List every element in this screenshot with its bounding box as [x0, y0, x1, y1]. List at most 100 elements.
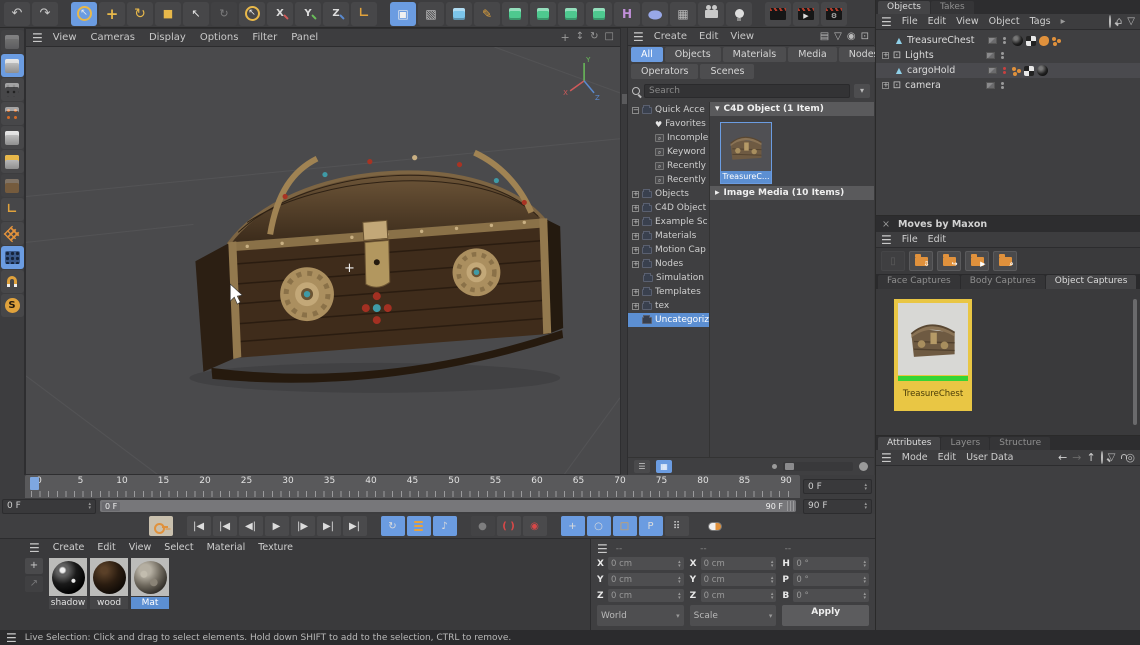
object-row-camera[interactable]: +⊡camera	[876, 78, 1140, 93]
timeline-clap-button[interactable]	[765, 2, 791, 26]
search-dropdown-button[interactable]: ▾	[854, 84, 870, 98]
tree-item-incomple[interactable]: ⌕Incomple	[628, 131, 709, 145]
material-sphere-icon[interactable]	[1012, 35, 1023, 46]
moves-hamburger-icon[interactable]: ☰	[881, 233, 892, 247]
play-clap-button[interactable]: ▶	[793, 2, 819, 26]
visibility-dots-icon[interactable]	[1003, 67, 1006, 74]
thumbnail-zoom-slider[interactable]	[783, 462, 853, 471]
close-icon[interactable]: ×	[882, 219, 890, 230]
om-menu-tags[interactable]: Tags	[1030, 16, 1051, 27]
om-menu-object[interactable]: Object	[989, 16, 1020, 27]
stepper-icon[interactable]: ▴▾	[864, 502, 867, 510]
attributes-icon-up-arrow[interactable]: ↑	[1086, 451, 1095, 464]
tree-item-templates[interactable]: +Templates	[628, 285, 709, 299]
camera-object-button[interactable]	[698, 2, 724, 26]
coordinate-input[interactable]: 0 °▴▾	[793, 557, 869, 570]
render-settings-button[interactable]: ▧	[418, 2, 444, 26]
viewport-canvas[interactable]: Y X Z +	[26, 47, 620, 474]
key-position-button[interactable]: +	[561, 516, 585, 536]
coordinate-input[interactable]: 0 cm▴▾	[608, 557, 684, 570]
open-material-button[interactable]: ↗	[25, 576, 43, 592]
material-menu-texture[interactable]: Texture	[258, 542, 293, 553]
record-parent-button[interactable]: ( )	[497, 516, 521, 536]
attributes-menu-mode[interactable]: Mode	[902, 452, 928, 463]
asset-treasurechest[interactable]: TreasureC...	[720, 122, 772, 184]
lock-y-button[interactable]: Y	[295, 2, 321, 26]
tree-item-objects[interactable]: +Objects	[628, 187, 709, 201]
attributes-icon-forward-arrow[interactable]: →	[1072, 451, 1081, 464]
material-wood[interactable]: wood	[90, 558, 128, 628]
tree-item-tex[interactable]: +tex	[628, 299, 709, 313]
layer-chip-icon[interactable]	[988, 67, 997, 74]
attributes-menu-edit[interactable]: Edit	[938, 452, 956, 463]
deformer-button[interactable]: ●	[642, 2, 668, 26]
viewport-menu-options[interactable]: Options	[200, 32, 239, 43]
expander-icon[interactable]: +	[882, 52, 889, 59]
visibility-dots-icon[interactable]	[1003, 37, 1006, 44]
uv-mode-button[interactable]	[1, 246, 24, 269]
viewport-scrollbar[interactable]	[621, 28, 628, 475]
coordinate-input[interactable]: 0 cm▴▾	[701, 557, 777, 570]
stepper-icon[interactable]: ▴▾	[771, 576, 774, 584]
attributes-tab-layers[interactable]: Layers	[941, 437, 989, 450]
coordinate-input[interactable]: 0 cm▴▾	[608, 573, 684, 586]
material-menu-edit[interactable]: Edit	[97, 542, 115, 553]
tree-item-uncategoriz[interactable]: Uncategoriz	[628, 313, 709, 327]
layer-chip-icon[interactable]	[986, 52, 995, 59]
spline-pen-button[interactable]: ✎	[474, 2, 500, 26]
preview-end-field[interactable]: 90 F ▴▾	[803, 499, 872, 514]
moves-menu-edit[interactable]: Edit	[928, 234, 946, 245]
zoom-out-icon[interactable]	[772, 464, 777, 469]
range-grip-icon[interactable]	[787, 501, 794, 511]
attributes-icon-search[interactable]	[1101, 452, 1103, 463]
browser-tab-media[interactable]: Media	[788, 47, 837, 62]
tree-item-quick-acce[interactable]: −Quick Acce	[628, 103, 709, 117]
lock-x-button[interactable]: X	[267, 2, 293, 26]
device-connect-button[interactable]: ▯	[881, 251, 905, 271]
stepper-icon[interactable]: ▴▾	[678, 560, 681, 568]
symmetry-button[interactable]: H	[614, 2, 640, 26]
selection-ring-button[interactable]: ↖	[239, 2, 265, 26]
expander-icon[interactable]: +	[632, 289, 639, 296]
attributes-hamburger-icon[interactable]: ☰	[881, 451, 892, 465]
attributes-icon-back-arrow[interactable]: ←	[1058, 451, 1067, 464]
stepper-icon[interactable]: ▴▾	[678, 576, 681, 584]
viewport-menu-view[interactable]: View	[53, 32, 77, 43]
browser-icon-monitor[interactable]: ▤	[820, 31, 829, 42]
live-selection-button[interactable]: ↖	[71, 2, 97, 26]
section-image-media[interactable]: ▸ Image Media (10 Items)	[710, 186, 874, 200]
keyframe-grid-button[interactable]: ⠿	[665, 516, 689, 536]
viewport-nav-dolly[interactable]: ↕	[576, 31, 584, 44]
moves-tab-face-captures[interactable]: Face Captures	[878, 275, 960, 289]
expander-icon[interactable]: +	[632, 233, 639, 240]
browser-tab-operators[interactable]: Operators	[631, 64, 698, 79]
move-axes-button[interactable]: ↖	[183, 2, 209, 26]
browse-captures-button[interactable]: ⌕	[993, 251, 1017, 271]
generator-object-button[interactable]	[558, 2, 584, 26]
status-hamburger-icon[interactable]: ☰	[6, 631, 17, 645]
tree-item-example-sc[interactable]: +Example Sc	[628, 215, 709, 229]
undo-button[interactable]: ↶	[4, 2, 30, 26]
material-mat[interactable]: Mat	[131, 558, 169, 628]
snap-settings-button[interactable]: S	[1, 294, 24, 317]
coordinate-input[interactable]: 0 cm▴▾	[701, 589, 777, 602]
browser-tab-scenes[interactable]: Scenes	[700, 64, 754, 79]
tree-item-materials[interactable]: +Materials	[628, 229, 709, 243]
coordinate-input[interactable]: 0 cm▴▾	[701, 573, 777, 586]
play-loop-button[interactable]: ↻	[381, 516, 405, 536]
material-menu-view[interactable]: View	[129, 542, 152, 553]
subdivision-surface-button[interactable]	[502, 2, 528, 26]
om-icon-search[interactable]	[1109, 16, 1111, 27]
tweak-mode-button[interactable]	[1, 174, 24, 197]
tree-item-nodes[interactable]: +Nodes	[628, 257, 709, 271]
attributes-tab-structure[interactable]: Structure	[990, 437, 1050, 450]
rotate-snap-button[interactable]: ↻	[211, 2, 237, 26]
play-capture-button[interactable]: ▶	[965, 251, 989, 271]
object-row-lights[interactable]: +⊡Lights	[876, 48, 1140, 63]
edge-mode-button[interactable]	[1, 126, 24, 149]
orange-splat-icon[interactable]	[1039, 36, 1049, 46]
point-mode-button[interactable]	[1, 102, 24, 125]
key-rotation-button[interactable]: ○	[587, 516, 611, 536]
stepper-icon[interactable]: ▴▾	[864, 560, 867, 568]
attributes-tab-attributes[interactable]: Attributes	[878, 437, 940, 450]
